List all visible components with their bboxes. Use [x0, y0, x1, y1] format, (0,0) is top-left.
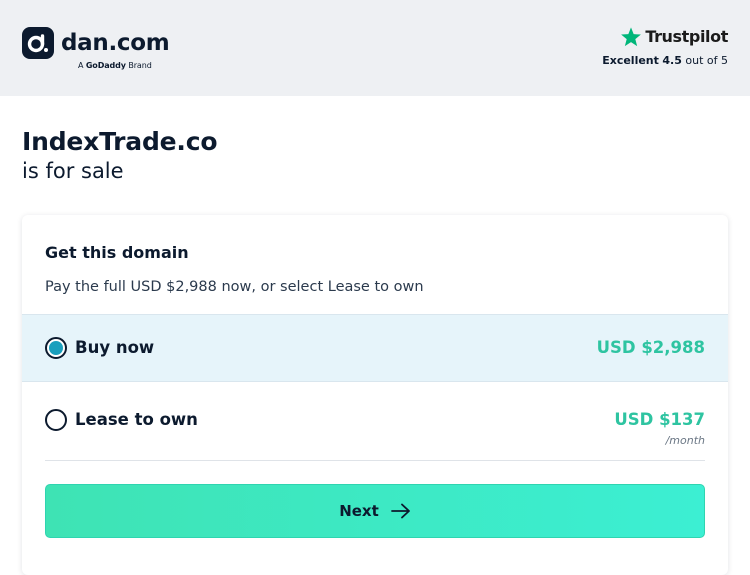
option-price: USD $2,988 [596, 338, 705, 357]
brand-prefix: A [78, 61, 84, 70]
option-label: Lease to own [75, 410, 198, 429]
header-bar: dan.com A GoDaddy Brand Trustpilot Excel… [0, 0, 750, 96]
star-icon [621, 27, 642, 47]
option-lease-to-own[interactable]: Lease to own USD $137 /month [22, 382, 728, 460]
radio-lease-to-own[interactable] [45, 409, 67, 431]
sale-status: is for sale [22, 159, 124, 183]
logo-text[interactable]: dan.com [61, 29, 170, 57]
brand-name: GoDaddy [85, 61, 126, 70]
next-button[interactable]: Next [45, 484, 705, 538]
next-label: Next [339, 502, 379, 520]
rating-label: Excellent [602, 54, 659, 67]
brand-suffix: Brand [128, 61, 152, 70]
arrow-right-icon [390, 503, 410, 519]
option-price: USD $137 [614, 410, 705, 429]
option-label: Buy now [75, 338, 155, 357]
rating-value: 4.5 [662, 54, 682, 67]
trustpilot-widget[interactable]: Trustpilot Excellent 4.5 out of 5 [602, 26, 728, 68]
option-period: /month [665, 434, 705, 447]
card-title: Get this domain [45, 243, 189, 262]
brand-tagline: A GoDaddy Brand [78, 61, 152, 71]
divider [45, 460, 705, 461]
trustpilot-name: Trustpilot [645, 27, 728, 46]
rating-suffix: out of 5 [685, 54, 728, 67]
radio-buy-now[interactable] [45, 337, 67, 359]
dan-logo-icon[interactable] [22, 27, 54, 59]
trustpilot-rating: Excellent 4.5 out of 5 [602, 54, 728, 68]
card-description: Pay the full USD $2,988 now, or select L… [45, 279, 424, 295]
purchase-card: Get this domain Pay the full USD $2,988 … [22, 215, 728, 575]
option-buy-now[interactable]: Buy now USD $2,988 [22, 314, 728, 382]
domain-name: IndexTrade.co [22, 127, 218, 156]
